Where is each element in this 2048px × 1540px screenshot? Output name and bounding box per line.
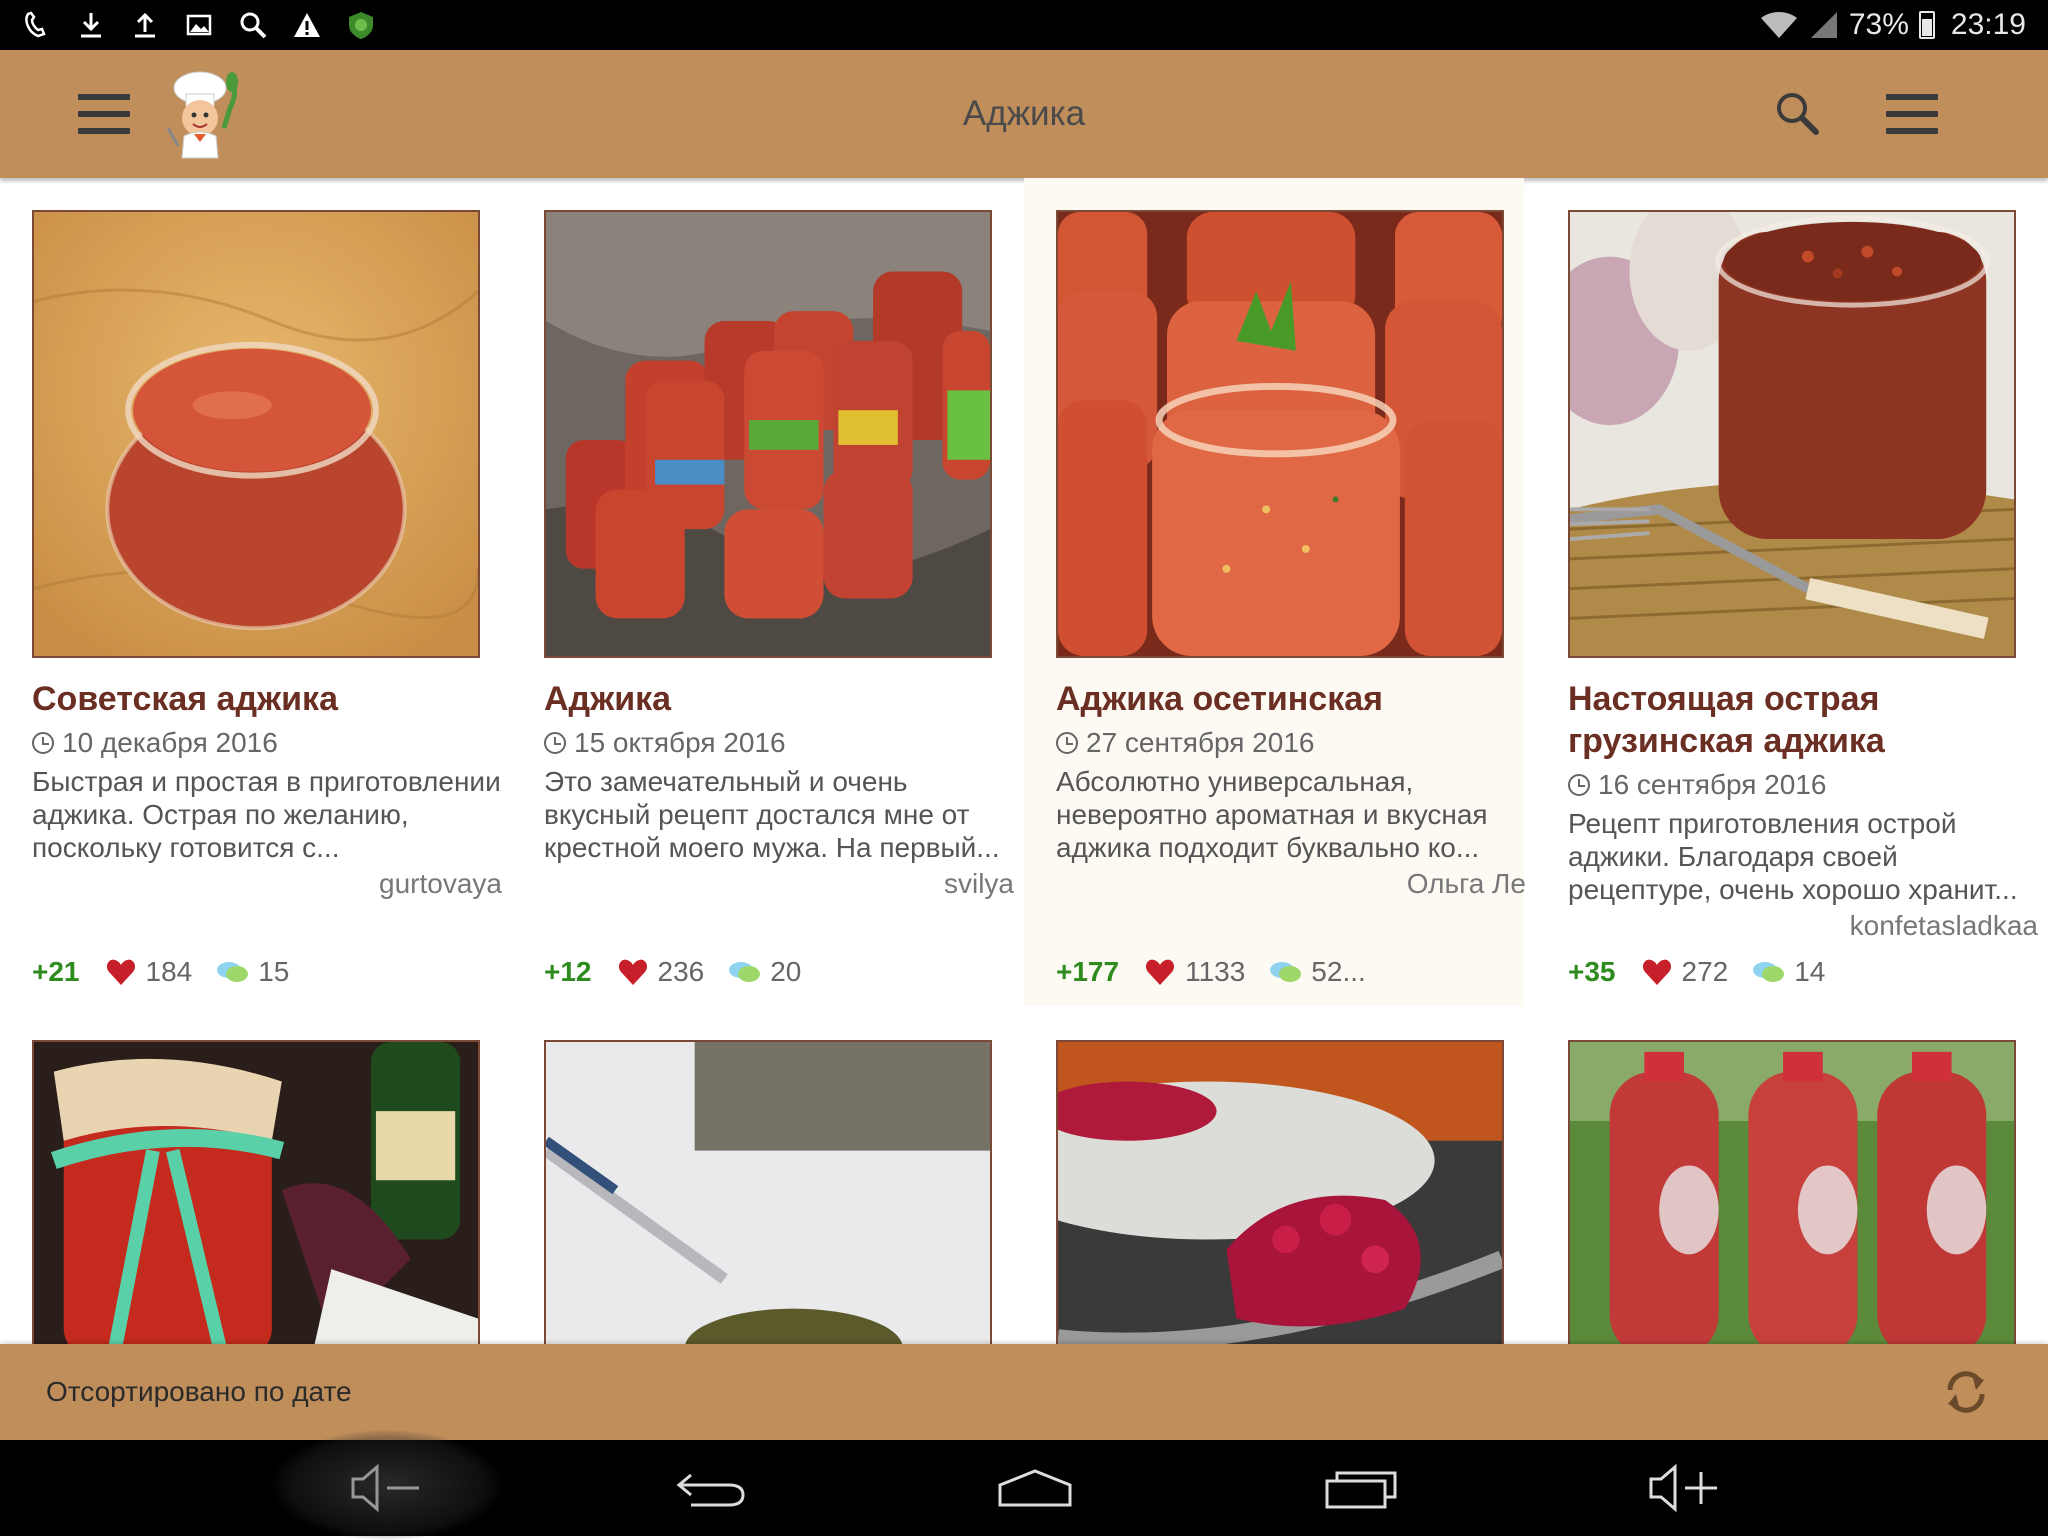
clock-icon bbox=[1056, 732, 1078, 754]
upload-icon bbox=[130, 10, 160, 40]
recipe-author[interactable]: gurtovaya bbox=[32, 868, 502, 900]
rating-value: +21 bbox=[32, 956, 80, 987]
recipe-title[interactable]: Аджика осетинская bbox=[1056, 678, 1526, 720]
comments-count: 52... bbox=[1311, 956, 1366, 987]
clock-icon bbox=[32, 732, 54, 754]
heart-icon[interactable] bbox=[106, 958, 136, 986]
comments-icon[interactable] bbox=[1752, 959, 1786, 985]
heart-icon[interactable] bbox=[618, 958, 648, 986]
recipe-date-text: 27 сентября 2016 bbox=[1086, 727, 1315, 758]
heart-icon[interactable] bbox=[1642, 958, 1672, 986]
heart-icon[interactable] bbox=[1145, 958, 1175, 986]
clock-icon bbox=[544, 732, 566, 754]
recipe-date-text: 16 сентября 2016 bbox=[1598, 769, 1827, 800]
back-button[interactable] bbox=[666, 1452, 756, 1524]
recipe-card[interactable]: Советская аджика 10 декабря 2016 Быстрая… bbox=[10, 178, 510, 998]
recipe-description: Быстрая и простая в приготовлении аджика… bbox=[32, 766, 501, 863]
likes-count: 184 bbox=[145, 956, 193, 987]
download-icon bbox=[76, 10, 106, 40]
sort-bar: Отсортировано по дате bbox=[0, 1344, 2048, 1440]
battery-icon bbox=[1918, 11, 1935, 39]
system-nav-bar bbox=[0, 1440, 2048, 1536]
likes-count: 236 bbox=[657, 956, 705, 987]
wifi-icon bbox=[1760, 12, 1797, 38]
volume-up-icon bbox=[1649, 1463, 1717, 1513]
comments-icon[interactable] bbox=[1269, 959, 1303, 985]
viber-icon bbox=[22, 10, 52, 40]
recipe-photo[interactable] bbox=[1056, 1040, 1504, 1344]
search-icon[interactable] bbox=[1772, 88, 1822, 138]
recipe-stats: +12 236 20 bbox=[544, 956, 801, 988]
recipe-card[interactable]: Настоящая острая грузинская аджика 16 се… bbox=[1546, 178, 2046, 998]
recipe-photo[interactable] bbox=[544, 1040, 992, 1344]
image-icon bbox=[184, 10, 214, 40]
app-bar: Аджика bbox=[0, 50, 2048, 178]
likes-count: 1133 bbox=[1185, 956, 1246, 987]
recipe-photo[interactable] bbox=[1056, 210, 1504, 658]
comments-icon[interactable] bbox=[216, 959, 250, 985]
recipe-stats: +177 1133 52... bbox=[1056, 956, 1366, 988]
rating-value: +177 bbox=[1056, 956, 1120, 987]
comments-count: 20 bbox=[770, 956, 802, 987]
recipe-description: Это замечательный и очень вкусный рецепт… bbox=[544, 766, 1000, 863]
recipe-author[interactable]: svilya bbox=[544, 868, 1014, 900]
back-icon bbox=[676, 1473, 745, 1507]
rating-value: +12 bbox=[544, 956, 592, 987]
status-bar: 73% 23:19 bbox=[0, 0, 2048, 50]
recipe-photo[interactable] bbox=[32, 210, 480, 658]
home-button[interactable] bbox=[990, 1452, 1080, 1524]
recipe-date: 15 октября 2016 bbox=[544, 727, 786, 759]
overflow-menu-icon[interactable] bbox=[1886, 94, 1938, 134]
volume-up-button[interactable] bbox=[1640, 1452, 1730, 1524]
recent-apps-icon bbox=[1325, 1471, 1397, 1509]
recipe-stats: +35 272 14 bbox=[1568, 956, 1825, 988]
volume-down-button[interactable] bbox=[342, 1452, 432, 1524]
volume-down-icon bbox=[351, 1463, 419, 1513]
search-icon bbox=[238, 10, 268, 40]
page-title: Аджика bbox=[962, 94, 1086, 133]
shield-icon bbox=[346, 10, 376, 40]
recipe-date: 27 сентября 2016 bbox=[1056, 727, 1314, 759]
recipe-description: Абсолютно универсальная, невероятно аром… bbox=[1056, 766, 1488, 863]
status-system: 73% 23:19 bbox=[1759, 8, 2026, 42]
recipe-title[interactable]: Настоящая острая грузинская аджика bbox=[1568, 678, 2038, 762]
rating-value: +35 bbox=[1568, 956, 1616, 987]
comments-icon[interactable] bbox=[728, 959, 762, 985]
comments-count: 15 bbox=[258, 956, 290, 987]
recipe-date: 16 сентября 2016 bbox=[1568, 769, 1826, 801]
recipe-date-text: 15 октября 2016 bbox=[574, 727, 786, 758]
recipe-description: Рецепт приготовления острой аджики. Благ… bbox=[1568, 808, 2018, 905]
clock-time: 23:19 bbox=[1950, 8, 2026, 41]
recipe-stats: +21 184 15 bbox=[32, 956, 289, 988]
recipe-date-text: 10 декабря 2016 bbox=[62, 727, 278, 758]
recipe-grid[interactable]: Советская аджика 10 декабря 2016 Быстрая… bbox=[0, 178, 2048, 1344]
refresh-icon[interactable] bbox=[1942, 1368, 1990, 1416]
recipe-date: 10 декабря 2016 bbox=[32, 727, 278, 759]
likes-count: 272 bbox=[1681, 956, 1729, 987]
recipe-photo[interactable] bbox=[32, 1040, 480, 1344]
comments-count: 14 bbox=[1794, 956, 1826, 987]
status-notifications bbox=[22, 10, 376, 40]
recipe-photo[interactable] bbox=[1568, 210, 2016, 658]
home-icon bbox=[998, 1469, 1072, 1507]
recipe-author[interactable]: Ольга Ле bbox=[1056, 868, 1526, 900]
recent-apps-button[interactable] bbox=[1316, 1452, 1406, 1524]
warning-icon bbox=[292, 10, 322, 40]
recipe-author[interactable]: konfetasladkaa bbox=[1568, 910, 2038, 942]
recipe-card[interactable]: Аджика осетинская 27 сентября 2016 Абсол… bbox=[1024, 178, 1526, 1006]
recipe-card[interactable]: Аджика 15 октября 2016 Это замечательный… bbox=[522, 178, 1022, 998]
signal-icon bbox=[1810, 12, 1837, 38]
recipe-photo[interactable] bbox=[1568, 1040, 2016, 1344]
recipe-title[interactable]: Аджика bbox=[544, 678, 1014, 720]
sort-label[interactable]: Отсортировано по дате bbox=[46, 1376, 352, 1408]
clock-icon bbox=[1568, 774, 1590, 796]
battery-percent: 73% bbox=[1848, 8, 1909, 41]
recipe-title[interactable]: Советская аджика bbox=[32, 678, 502, 720]
recipe-photo[interactable] bbox=[544, 210, 992, 658]
